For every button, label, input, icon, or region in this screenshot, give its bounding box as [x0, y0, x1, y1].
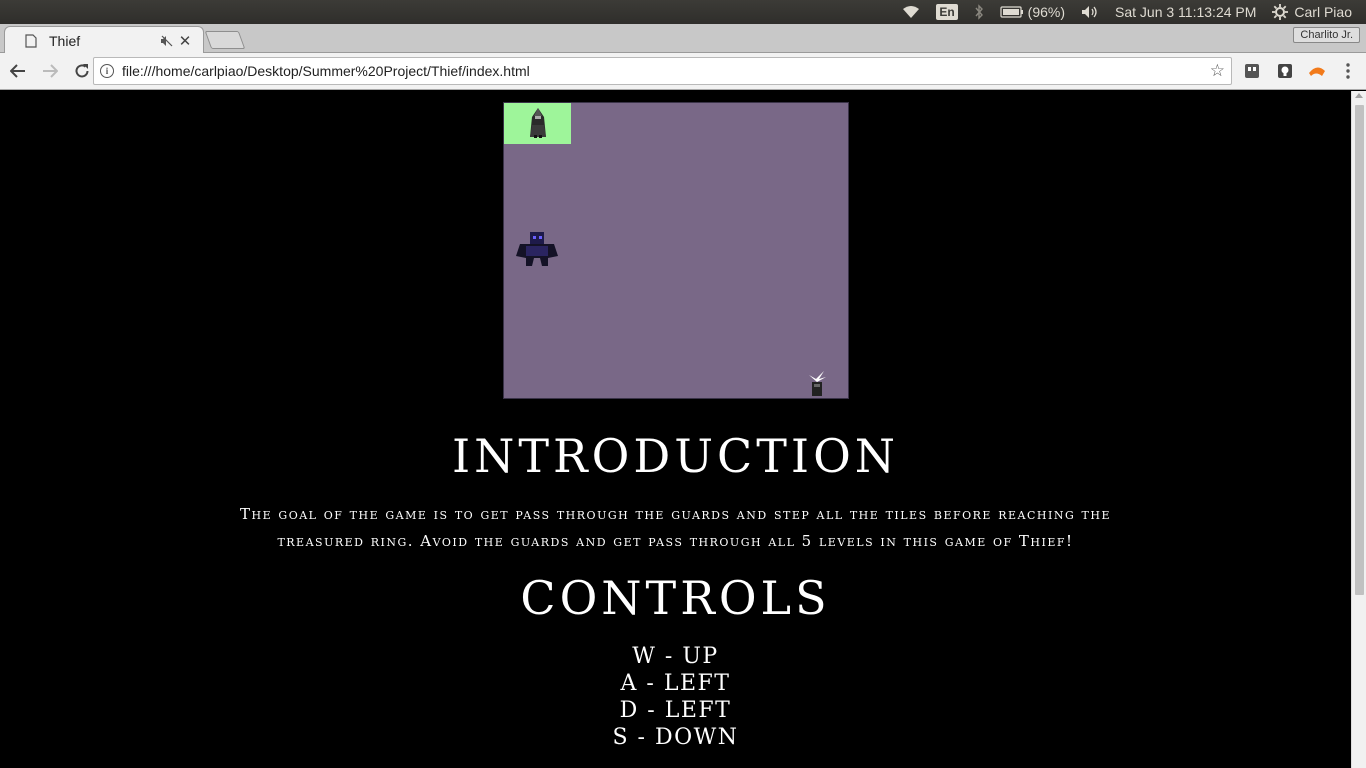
os-top-panel: En (96%) Sat Jun 3 11:13:24 PM Carl Piao: [0, 0, 1366, 24]
keyboard-language-indicator[interactable]: En: [928, 0, 965, 24]
tab-title: Thief: [49, 32, 81, 49]
back-arrow-icon: [10, 64, 25, 78]
tab-strip: Thief ✕ Charlito Jr.: [0, 24, 1366, 54]
tab-thief[interactable]: Thief ✕: [4, 26, 204, 54]
info-icon[interactable]: i: [100, 64, 114, 78]
thief-sprite: [530, 108, 546, 138]
browser-toolbar: i file:///home/carlpiao/Desktop/Summer%2…: [0, 53, 1366, 90]
battery-icon: [1000, 6, 1023, 18]
clock[interactable]: Sat Jun 3 11:13:24 PM: [1107, 0, 1264, 24]
new-tab-button[interactable]: [204, 31, 246, 49]
control-down: S - DOWN: [612, 725, 739, 750]
game-canvas[interactable]: [503, 102, 849, 399]
page-content: INTRODUCTION The goal of the game is to …: [0, 91, 1351, 768]
user-name: Carl Piao: [1294, 4, 1352, 20]
reload-icon: [75, 64, 89, 78]
session-menu[interactable]: Carl Piao: [1264, 0, 1360, 24]
wifi-icon[interactable]: [894, 0, 928, 24]
muted-audio-icon[interactable]: [159, 33, 175, 49]
volume-icon[interactable]: [1073, 0, 1107, 24]
control-left: A - LEFT: [620, 671, 731, 696]
gear-icon: [1272, 4, 1289, 20]
profile-button[interactable]: Charlito Jr.: [1293, 27, 1360, 43]
close-tab-icon[interactable]: ✕: [177, 32, 193, 50]
battery-percent: (96%): [1027, 4, 1066, 20]
ring-sprite: [809, 371, 826, 396]
address-bar[interactable]: i file:///home/carlpiao/Desktop/Summer%2…: [93, 57, 1232, 85]
lightbulb-extension-icon[interactable]: [1276, 62, 1294, 80]
scroll-up-arrow-icon[interactable]: [1355, 93, 1363, 98]
language-label: En: [936, 4, 958, 20]
control-up: W - UP: [632, 644, 719, 669]
forward-button[interactable]: [36, 57, 64, 85]
back-button[interactable]: [4, 57, 32, 85]
page-scrollbar[interactable]: [1351, 91, 1366, 768]
reload-button[interactable]: [68, 57, 96, 85]
chrome-menu-icon[interactable]: [1339, 62, 1357, 80]
extension-icon[interactable]: [1243, 62, 1261, 80]
controls-heading: CONTROLS: [520, 571, 831, 625]
page-icon: [23, 33, 39, 49]
scrollbar-thumb[interactable]: [1355, 105, 1364, 595]
controls-list: W - UP A - LEFT D - LEFT S - DOWN: [0, 643, 1351, 751]
guard-sprite: [516, 232, 558, 266]
bluetooth-icon[interactable]: [966, 0, 992, 24]
orange-extension-icon[interactable]: [1308, 62, 1326, 80]
url-text: file:///home/carlpiao/Desktop/Summer%20P…: [122, 63, 530, 79]
introduction-heading: INTRODUCTION: [451, 429, 900, 483]
control-left-d: D - LEFT: [619, 698, 732, 723]
battery-indicator[interactable]: (96%): [992, 0, 1073, 24]
introduction-text: The goal of the game is to get pass thro…: [240, 505, 1111, 550]
forward-arrow-icon: [43, 64, 58, 78]
bookmark-star-icon[interactable]: ☆: [1210, 61, 1225, 81]
